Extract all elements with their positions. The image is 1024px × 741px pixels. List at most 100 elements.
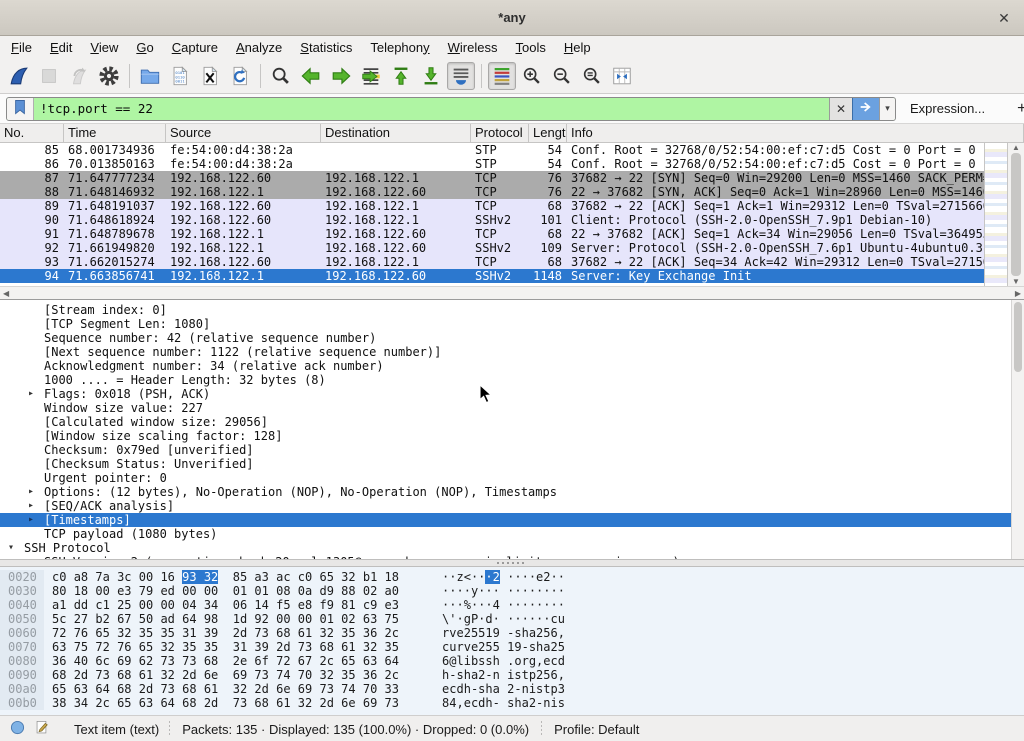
zoom-out-button[interactable] [548, 62, 576, 90]
scroll-left-icon[interactable]: ◀ [3, 289, 9, 298]
packet-row-85[interactable]: 8568.001734936fe:54:00:d4:38:2aSTP54Conf… [0, 143, 984, 157]
save-capture-button[interactable]: 010101100011 [166, 62, 194, 90]
detail-line[interactable]: [TCP Segment Len: 1080] [0, 317, 1024, 331]
packet-row-93[interactable]: 9371.662015274192.168.122.60192.168.122.… [0, 255, 984, 269]
menu-edit[interactable]: Edit [41, 38, 81, 57]
column-header-source[interactable]: Source [166, 124, 321, 142]
detail-line[interactable]: ▸[SEQ/ACK analysis] [0, 499, 1024, 513]
reload-capture-button[interactable] [226, 62, 254, 90]
hex-ascii[interactable]: \'·gP·d· ······cu [442, 612, 565, 626]
scrollbar-thumb[interactable] [1011, 153, 1021, 276]
menu-help[interactable]: Help [555, 38, 600, 57]
packet-row-87[interactable]: 8771.647777234192.168.122.60192.168.122.… [0, 171, 984, 185]
menu-analyze[interactable]: Analyze [227, 38, 291, 57]
detail-line[interactable]: ▸Flags: 0x018 (PSH, ACK) [0, 387, 1024, 401]
column-header-no[interactable]: No. [0, 124, 64, 142]
packet-list-minimap[interactable] [984, 143, 1007, 286]
hex-ascii[interactable]: 6@libssh .org,ecd [442, 654, 565, 668]
profile-button[interactable]: Profile: Default [554, 722, 639, 737]
open-capture-button[interactable] [136, 62, 164, 90]
hex-bytes[interactable]: a1 dd c1 25 00 00 04 34 06 14 f5 e8 f9 8… [44, 598, 442, 612]
display-filter-input[interactable]: !tcp.port == 22 [34, 98, 829, 120]
collapsed-arrow-icon[interactable]: ▸ [28, 485, 44, 499]
hex-row-0090[interactable]: 009068 2d 73 68 61 32 2d 6e 69 73 74 70 … [0, 668, 1024, 682]
filter-add-button[interactable]: + [1007, 100, 1024, 118]
hex-bytes[interactable]: 68 2d 73 68 61 32 2d 6e 69 73 74 70 32 3… [44, 668, 442, 682]
packet-row-92[interactable]: 9271.661949820192.168.122.1192.168.122.6… [0, 241, 984, 255]
column-header-length[interactable]: Length [529, 124, 567, 142]
collapsed-arrow-icon[interactable]: ▸ [28, 387, 44, 401]
hex-ascii[interactable]: ecdh-sha 2-nistp3 [442, 682, 565, 696]
menu-statistics[interactable]: Statistics [291, 38, 361, 57]
go-back-button[interactable] [297, 62, 325, 90]
hex-ascii[interactable]: h-sha2-n istp256, [442, 668, 565, 682]
menu-tools[interactable]: Tools [507, 38, 555, 57]
menu-view[interactable]: View [81, 38, 127, 57]
expanded-arrow-icon[interactable]: ▾ [8, 541, 24, 555]
filter-clear-button[interactable]: ✕ [829, 98, 852, 120]
zoom-in-button[interactable] [518, 62, 546, 90]
hex-row-0050[interactable]: 00505c 27 b2 67 50 ad 64 98 1d 92 00 00 … [0, 612, 1024, 626]
restart-capture-button[interactable] [65, 62, 93, 90]
detail-line[interactable]: [Next sequence number: 1122 (relative se… [0, 345, 1024, 359]
hex-bytes[interactable]: c0 a8 7a 3c 00 16 93 32 85 a3 ac c0 65 3… [44, 570, 442, 584]
hex-row-0080[interactable]: 008036 40 6c 69 62 73 73 68 2e 6f 72 67 … [0, 654, 1024, 668]
zoom-reset-button[interactable] [578, 62, 606, 90]
hex-ascii[interactable]: ··z<···2 ····e2·· [442, 570, 565, 584]
hex-bytes[interactable]: 65 63 64 68 2d 73 68 61 32 2d 6e 69 73 7… [44, 682, 442, 696]
packet-row-90[interactable]: 9071.648618924192.168.122.60192.168.122.… [0, 213, 984, 227]
detail-line[interactable]: 1000 .... = Header Length: 32 bytes (8) [0, 373, 1024, 387]
column-header-info[interactable]: Info [567, 124, 1024, 142]
scrollbar-thumb[interactable] [1014, 302, 1022, 372]
stop-capture-button[interactable] [35, 62, 63, 90]
collapsed-arrow-icon[interactable]: ▸ [28, 499, 44, 513]
auto-scroll-toggle[interactable] [447, 62, 475, 90]
packet-row-94[interactable]: 9471.663856741192.168.122.1192.168.122.6… [0, 269, 984, 283]
detail-line[interactable]: Urgent pointer: 0 [0, 471, 1024, 485]
hex-row-0030[interactable]: 003080 18 00 e3 79 ed 00 00 01 01 08 0a … [0, 584, 1024, 598]
resize-columns-button[interactable] [608, 62, 636, 90]
start-capture-button[interactable] [5, 62, 33, 90]
expression-button[interactable]: Expression... [904, 99, 991, 118]
detail-line[interactable]: Window size value: 227 [0, 401, 1024, 415]
hex-ascii[interactable]: ···%···4 ········ [442, 598, 565, 612]
hex-bytes[interactable]: 36 40 6c 69 62 73 73 68 2e 6f 72 67 2c 6… [44, 654, 442, 668]
collapsed-arrow-icon[interactable]: ▸ [28, 513, 44, 527]
column-header-time[interactable]: Time [64, 124, 166, 142]
detail-line[interactable]: [Stream index: 0] [0, 303, 1024, 317]
hex-row-0040[interactable]: 0040a1 dd c1 25 00 00 04 34 06 14 f5 e8 … [0, 598, 1024, 612]
hex-row-00b0[interactable]: 00b038 34 2c 65 63 64 68 2d 73 68 61 32 … [0, 696, 1024, 710]
pane-splitter[interactable] [0, 560, 1024, 567]
expert-info-icon[interactable] [10, 720, 25, 738]
hex-row-0060[interactable]: 006072 76 65 32 35 35 31 39 2d 73 68 61 … [0, 626, 1024, 640]
scroll-up-icon[interactable]: ▲ [1012, 143, 1020, 152]
hex-ascii[interactable]: rve25519 -sha256, [442, 626, 565, 640]
hex-bytes[interactable]: 80 18 00 e3 79 ed 00 00 01 01 08 0a d9 8… [44, 584, 442, 598]
hex-bytes[interactable]: 5c 27 b2 67 50 ad 64 98 1d 92 00 00 01 0… [44, 612, 442, 626]
packet-list-hscrollbar[interactable]: ◀ ▶ [0, 286, 1024, 299]
hex-ascii[interactable]: ····y··· ········ [442, 584, 565, 598]
detail-line[interactable]: [Calculated window size: 29056] [0, 415, 1024, 429]
menu-file[interactable]: File [2, 38, 41, 57]
find-packet-button[interactable] [267, 62, 295, 90]
hex-row-00a0[interactable]: 00a065 63 64 68 2d 73 68 61 32 2d 6e 69 … [0, 682, 1024, 696]
close-capture-button[interactable] [196, 62, 224, 90]
hex-ascii[interactable]: 84,ecdh- sha2-nis [442, 696, 565, 710]
menu-capture[interactable]: Capture [163, 38, 227, 57]
titlebar[interactable]: *any ✕ [0, 0, 1024, 36]
packet-row-91[interactable]: 9171.648789678192.168.122.1192.168.122.6… [0, 227, 984, 241]
menu-go[interactable]: Go [127, 38, 162, 57]
go-first-packet-button[interactable] [387, 62, 415, 90]
detail-line[interactable]: ▾SSH Protocol [0, 541, 1024, 555]
filter-bookmark-button[interactable] [7, 98, 34, 120]
filter-dropdown-caret[interactable]: ▾ [879, 98, 895, 120]
column-header-destination[interactable]: Destination [321, 124, 471, 142]
packet-row-86[interactable]: 8670.013850163fe:54:00:d4:38:2aSTP54Conf… [0, 157, 984, 171]
capture-options-button[interactable] [95, 62, 123, 90]
detail-line[interactable]: [Window size scaling factor: 128] [0, 429, 1024, 443]
hex-bytes[interactable]: 72 76 65 32 35 35 31 39 2d 73 68 61 32 3… [44, 626, 442, 640]
detail-line[interactable]: Acknowledgment number: 34 (relative ack … [0, 359, 1024, 373]
hex-bytes[interactable]: 63 75 72 76 65 32 35 35 31 39 2d 73 68 6… [44, 640, 442, 654]
colorize-toggle[interactable] [488, 62, 516, 90]
window-close-button[interactable]: ✕ [994, 8, 1014, 28]
